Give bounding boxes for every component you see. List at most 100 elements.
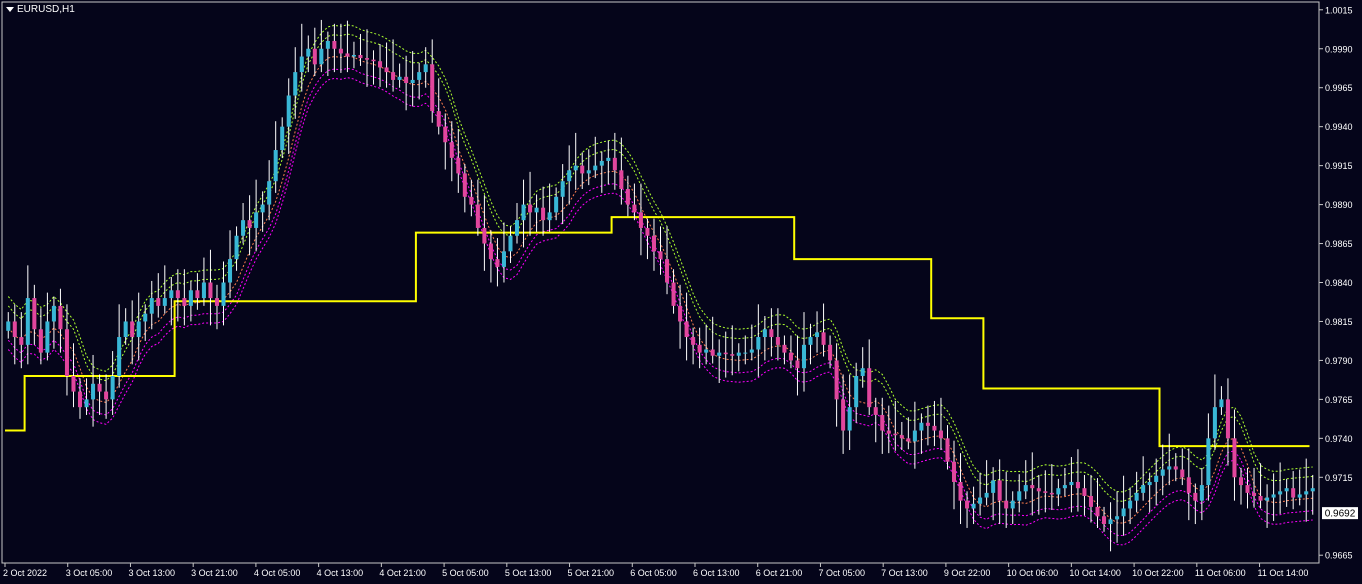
candle-body [1108,519,1113,525]
candle-body [1128,500,1133,509]
candle-body [234,235,239,260]
candle-body [912,430,917,442]
candle-body [1160,469,1165,476]
candle-body [1173,466,1178,470]
candle-body [149,298,154,314]
candle-body [241,220,246,236]
candle-body [815,332,820,338]
candle-body [1030,485,1035,489]
x-tick-label: 10 Oct 14:00 [1069,568,1121,578]
candle-body [91,383,96,400]
candle-body [1141,485,1146,493]
candle-body [1206,438,1211,486]
candle-body [665,259,670,283]
candle-body [1265,497,1270,501]
candle-body [156,298,161,306]
candle-body [978,497,983,504]
candle-body [560,181,565,197]
candle-body [788,352,793,361]
candle-body [293,72,298,96]
candle-body [1121,508,1126,517]
candle-body [449,142,454,158]
candle-body [1036,488,1041,492]
candle-body [925,422,930,426]
candle-body [645,227,650,236]
candle-body [971,503,976,509]
candle-body [1304,491,1309,495]
candle-body [625,189,630,205]
candle-body [938,430,943,439]
candle-body [1219,399,1224,408]
candle-body [64,329,69,376]
candle-body [782,344,787,353]
candle-body [201,282,206,299]
candle-body [567,170,572,182]
candle-body [801,344,807,369]
candle-body [1232,438,1237,478]
candle-body [736,352,741,356]
candle-body [1212,407,1217,439]
candle-body [593,165,598,171]
x-tick-label: 2 Oct 2022 [3,568,47,578]
candle-body [38,329,43,353]
candle-body [364,58,370,60]
y-tick-label: 0.9740 [1325,434,1353,444]
candle-body [1056,488,1061,495]
collapse-triangle-icon[interactable] [6,7,14,12]
x-tick-label: 11 Oct 14:00 [1258,568,1309,578]
price-chart[interactable]: 1.0015 0.9990 0.9965 0.9940 0.9915 0.9890 0.98… [0,0,1362,584]
candle-body [299,56,304,73]
candle-body [306,48,311,57]
candle-body [684,321,689,338]
candle-body [1095,506,1100,517]
x-tick-label: 7 Oct 05:00 [818,568,865,578]
x-tick-label: 5 Oct 05:00 [442,568,489,578]
candle-body [671,282,676,306]
candle-body [534,207,539,213]
candle-body [749,349,754,353]
candle-body [762,329,767,338]
candle-body [77,391,83,408]
candle-body [404,76,409,84]
candle-body [469,196,474,205]
x-tick-label: 3 Oct 05:00 [66,568,113,578]
x-tick-label: 6 Oct 13:00 [693,568,740,578]
candle-body [267,181,272,205]
candle-body [345,53,350,57]
candle-body [1167,466,1172,470]
x-tick-label: 7 Oct 13:00 [881,568,928,578]
candle-body [547,212,552,221]
candle-body [319,48,324,65]
candle-body [423,64,428,73]
candle-body [704,349,709,353]
candle-body [808,337,813,345]
y-tick-label: 0.9915 [1325,161,1353,171]
y-tick-label: 0.9765 [1325,395,1353,405]
candle-body [12,321,17,338]
x-tick-label: 10 Oct 22:00 [1132,568,1184,578]
symbol-timeframe-label[interactable]: EURUSD,H1 [6,4,75,15]
y-tick-label: 0.9890 [1325,200,1353,210]
x-tick-label: 11 Oct 06:00 [1195,568,1246,578]
x-tick-label: 4 Oct 21:00 [379,568,426,578]
candle-body [397,76,402,80]
candle-body [443,126,448,143]
candle-body [1115,516,1120,520]
candle-body [254,212,259,228]
candle-body [482,227,487,244]
candle-body [260,204,265,213]
y-tick-label: 0.9815 [1325,317,1353,327]
candle-body [795,360,800,369]
y-tick-label: 0.9665 [1325,551,1353,561]
candle-body [697,344,702,353]
candle-body [619,170,624,189]
candle-body [932,425,937,431]
candle-body [965,500,970,509]
candle-body [723,352,728,355]
candle-body [860,368,865,376]
candle-body [514,220,520,236]
candle-body [1043,491,1048,493]
symbol-text: EURUSD,H1 [17,4,75,15]
candle-body [495,259,500,267]
candle-body [384,67,389,73]
